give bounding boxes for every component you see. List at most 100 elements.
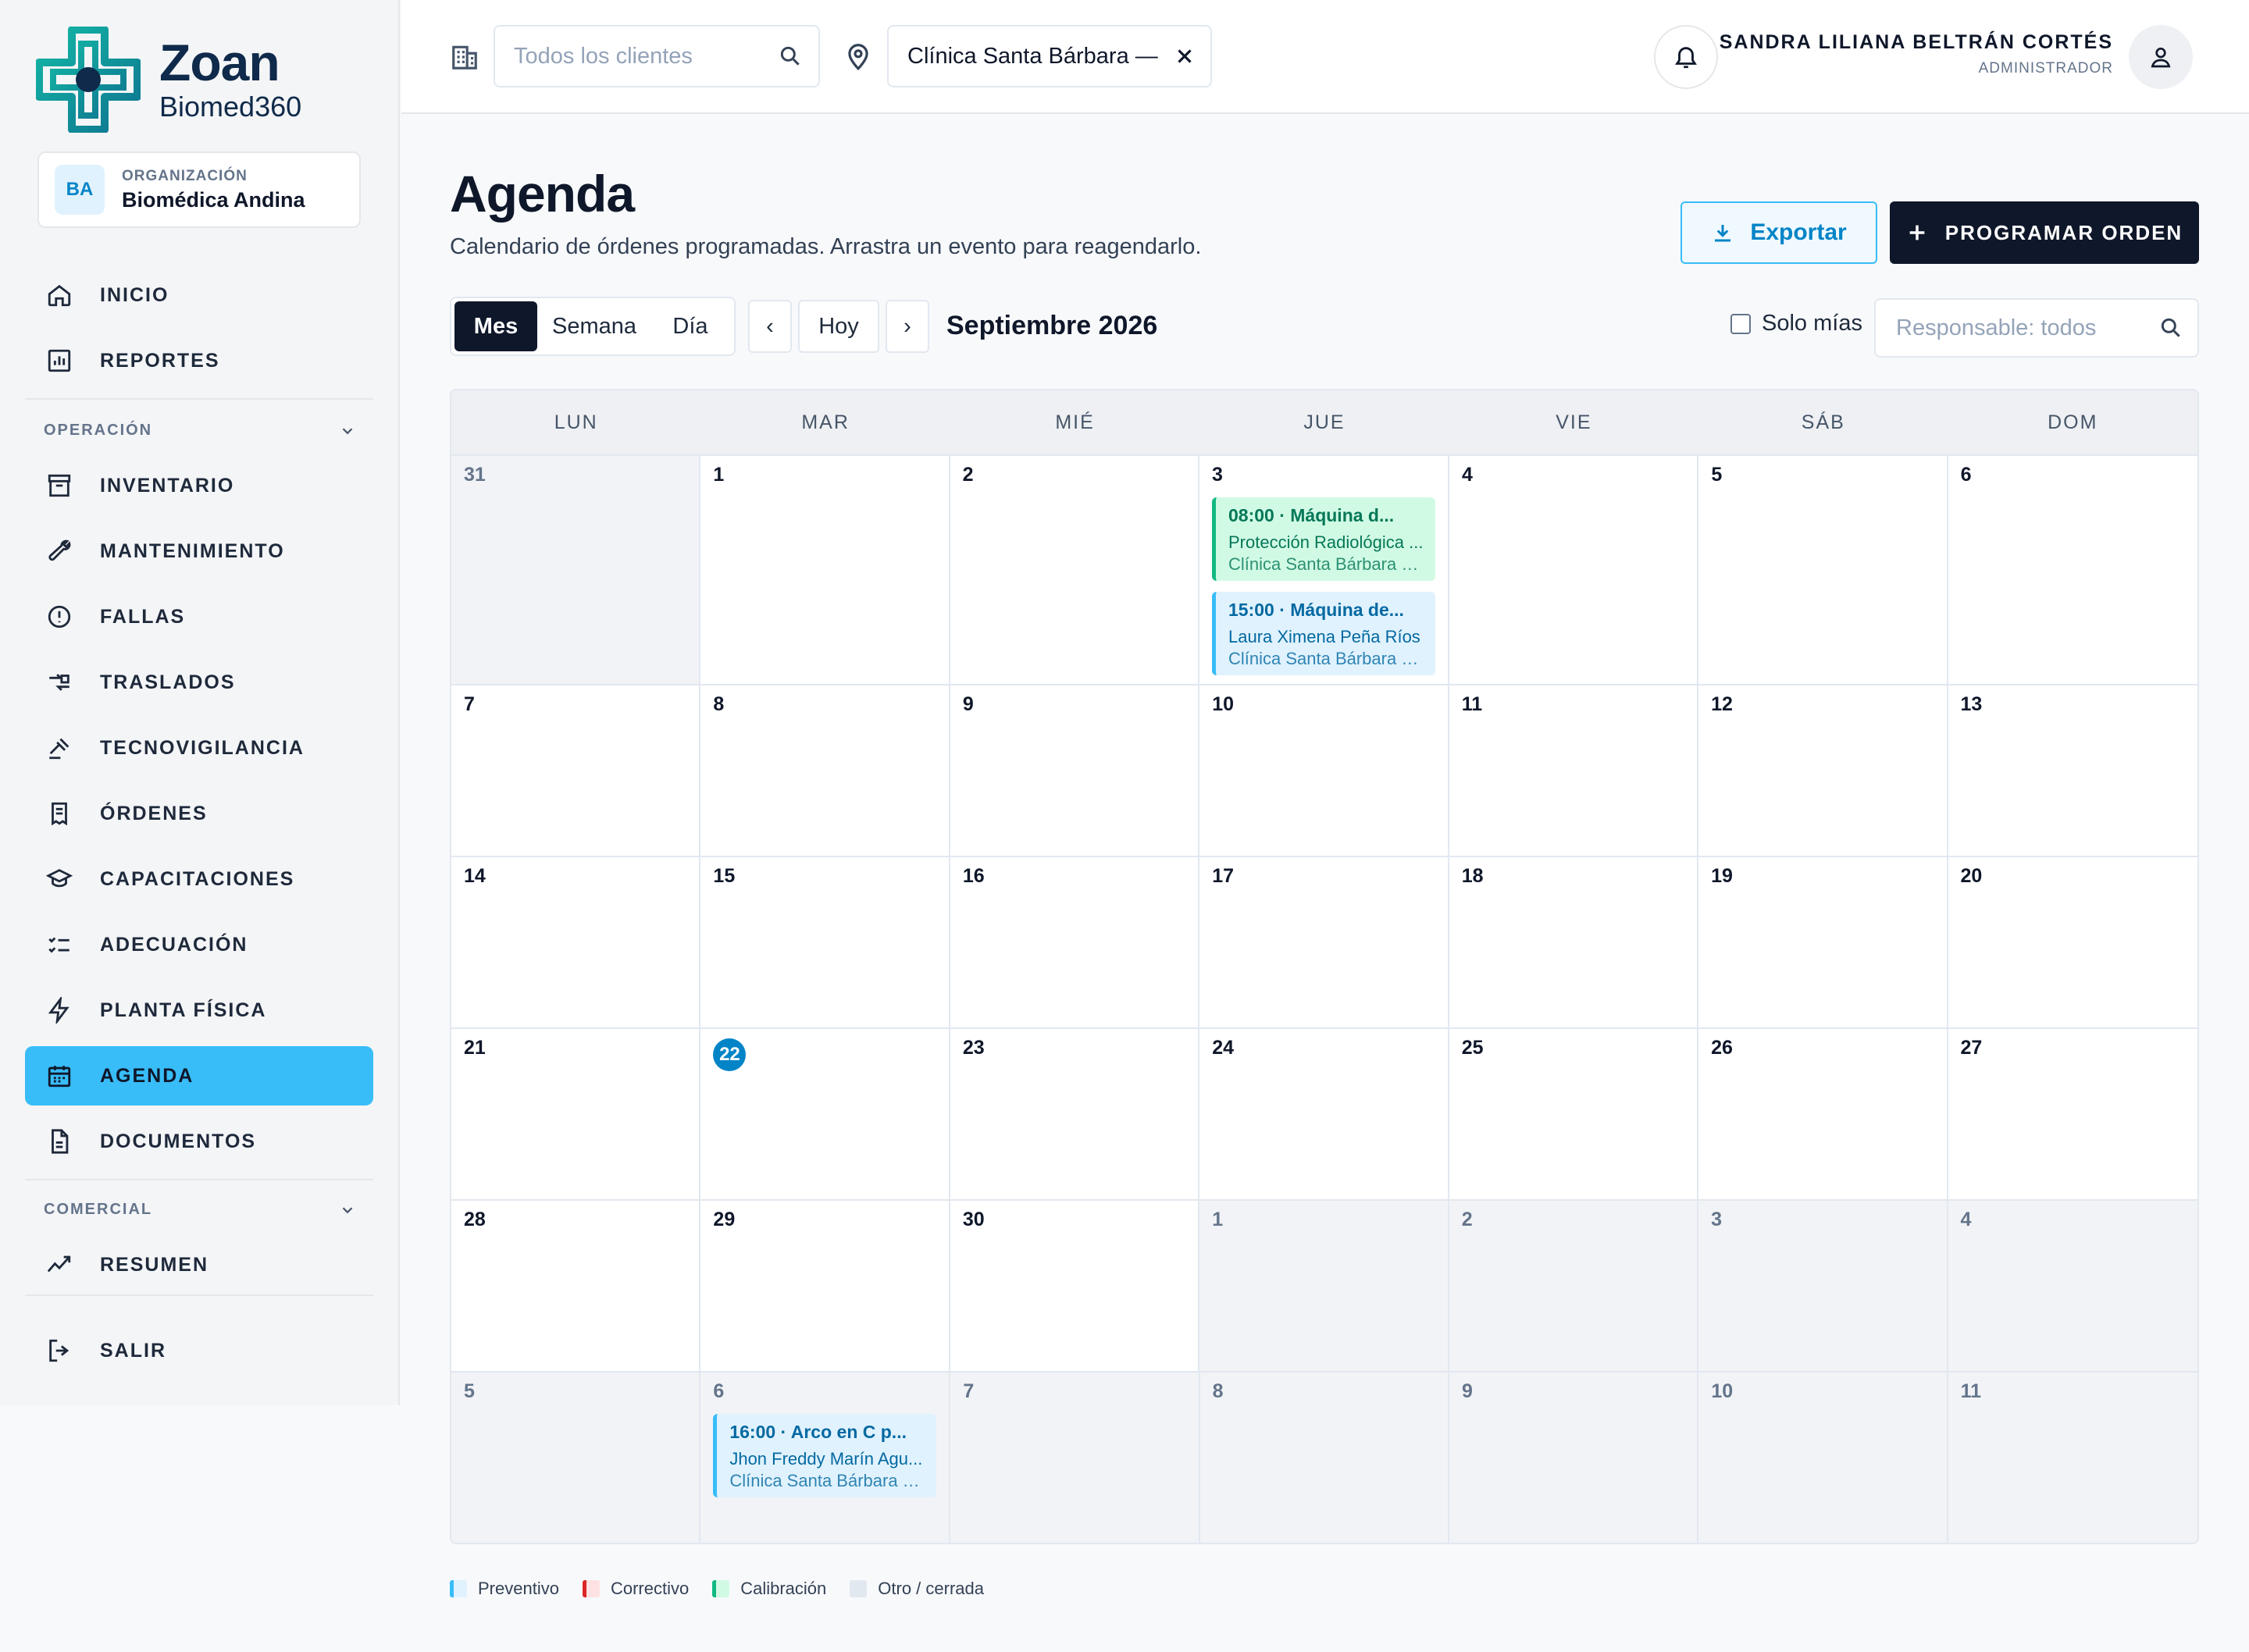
calendar-day-cell[interactable]: 27	[1948, 1029, 2197, 1199]
calendar-day-cell[interactable]: 18	[1449, 857, 1699, 1027]
calendar-day-cell[interactable]: 11	[1948, 1373, 2197, 1543]
legend-swatch	[850, 1580, 868, 1597]
calendar-day-cell[interactable]: 5	[1698, 456, 1948, 684]
alert-icon	[44, 601, 75, 632]
nav-section-operacion[interactable]: OPERACIÓN	[44, 422, 356, 440]
calendar-day-cell[interactable]: 5	[451, 1373, 701, 1543]
nav-item-tecnovigilancia[interactable]: TECNOVIGILANCIA	[25, 718, 373, 778]
user-info[interactable]: SANDRA LILIANA BELTRÁN CORTÉS ADMINISTRA…	[1720, 31, 2113, 77]
calendar-day-cell[interactable]: 6	[1948, 456, 2197, 684]
day-number: 29	[713, 1209, 736, 1230]
calendar-day-cell[interactable]: 24	[1199, 1029, 1449, 1199]
nav-item-mantenimiento[interactable]: MANTENIMIENTO	[25, 522, 373, 581]
weekday-header: LUN MAR MIÉ JUE VIE SÁB DOM	[451, 390, 2197, 456]
export-button[interactable]: Exportar	[1681, 201, 1877, 264]
calendar-day-cell[interactable]: 25	[1449, 1029, 1699, 1199]
weekday-label: JUE	[1303, 411, 1345, 433]
avatar[interactable]	[2129, 25, 2193, 89]
calendar-day-cell[interactable]: 31	[451, 456, 701, 684]
nav-item-inventario[interactable]: INVENTARIO	[25, 456, 373, 515]
calendar-day-cell[interactable]: 28	[451, 1201, 701, 1371]
calendar-day-cell[interactable]: 12	[1698, 685, 1948, 856]
solo-mias-toggle[interactable]: Solo mías	[1730, 311, 1862, 336]
nav-item-traslados[interactable]: TRASLADOS	[25, 653, 373, 712]
calendar-day-cell[interactable]: 1	[1199, 1201, 1449, 1371]
calendar-day-cell[interactable]: 2	[1449, 1201, 1699, 1371]
next-month-button[interactable]: ›	[886, 300, 929, 353]
calendar-day-cell[interactable]: 7	[451, 685, 701, 856]
nav-section-comercial[interactable]: COMERCIAL	[44, 1201, 356, 1219]
calendar-day-cell[interactable]: 9	[950, 685, 1200, 856]
nav-item-planta-fisica[interactable]: PLANTA FÍSICA	[25, 981, 373, 1040]
nav-item-agenda[interactable]: AGENDA	[25, 1046, 373, 1105]
nav-item-adecuacion[interactable]: ADECUACIÓN	[25, 915, 373, 974]
view-day[interactable]: Día	[651, 301, 729, 351]
calendar-day-cell[interactable]: 20	[1948, 857, 2197, 1027]
legend-item: Correctivo	[582, 1579, 689, 1599]
day-number: 11	[1960, 1380, 1982, 1402]
responsable-search[interactable]: Responsable: todos	[1874, 298, 2199, 358]
today-day-number: 22	[713, 1038, 747, 1071]
nav-item-ordenes[interactable]: ÓRDENES	[25, 784, 373, 843]
calendar-day-cell[interactable]: 30	[950, 1201, 1200, 1371]
clients-search[interactable]: Todos los clientes	[494, 25, 820, 87]
view-week[interactable]: Semana	[537, 301, 651, 351]
calendar-day-cell[interactable]: 11	[1449, 685, 1699, 856]
legend-swatch	[450, 1580, 467, 1597]
schedule-order-button[interactable]: PROGRAMAR ORDEN	[1890, 201, 2199, 264]
logout-icon	[44, 1335, 75, 1366]
calendar-day-cell[interactable]: 16	[950, 857, 1200, 1027]
calendar-day-cell[interactable]: 1	[700, 456, 950, 684]
calendar-day-cell[interactable]: 17	[1199, 857, 1449, 1027]
calendar-event[interactable]: 08:00 · Máquina d... Protección Radiológi…	[1211, 497, 1435, 581]
close-icon[interactable]	[1173, 45, 1196, 68]
calendar-day-cell[interactable]: 4	[1948, 1201, 2197, 1371]
prev-month-button[interactable]: ‹	[748, 300, 792, 353]
brand-logo[interactable]: Zoan Biomed360	[36, 27, 301, 133]
calendar-day-cell[interactable]: 23	[950, 1029, 1200, 1199]
calendar-event[interactable]: 15:00 · Máquina de... Laura Ximena Peña R…	[1211, 592, 1435, 675]
calendar-day-cell[interactable]: 2	[950, 456, 1199, 684]
calendar-day-cell[interactable]: 10	[1199, 685, 1449, 856]
brand-sub: Biomed360	[159, 91, 302, 123]
nav-item-inicio[interactable]: INICIO	[25, 265, 373, 325]
calendar-day-cell[interactable]: 19	[1698, 857, 1948, 1027]
calendar-day-cell[interactable]: 14	[451, 857, 701, 1027]
calendar-day-cell[interactable]: 15	[700, 857, 950, 1027]
org-selector[interactable]: BA ORGANIZACIÓN Biomédica Andina	[37, 151, 361, 228]
day-number: 10	[1212, 693, 1235, 715]
calendar-day-cell[interactable]: 8	[700, 685, 950, 856]
calendar-day-cell[interactable]: 9	[1449, 1373, 1699, 1543]
calendar-day-cell[interactable]: 8	[1199, 1373, 1449, 1543]
day-number: 3	[1711, 1209, 1723, 1230]
calendar-day-cell[interactable]: 13	[1948, 685, 2197, 856]
nav-item-resumen[interactable]: RESUMEN	[25, 1235, 373, 1294]
nav-item-fallas[interactable]: FALLAS	[25, 587, 373, 646]
org-badge: BA	[55, 165, 105, 215]
calendar-day-cell[interactable]: 4	[1449, 456, 1699, 684]
calendar-event[interactable]: 16:00 · Arco en C p... Jhon Freddy Marín …	[713, 1414, 937, 1497]
nav-item-salir[interactable]: SALIR	[25, 1321, 373, 1380]
calendar-day-cell[interactable]: 29	[700, 1201, 950, 1371]
nav-item-capacitaciones[interactable]: CAPACITACIONES	[25, 849, 373, 909]
calendar-day-cell[interactable]: 3	[1698, 1201, 1948, 1371]
day-number: 23	[962, 1037, 985, 1059]
solo-mias-checkbox[interactable]	[1730, 313, 1751, 334]
calendar-day-cell[interactable]: 10	[1698, 1373, 1948, 1543]
day-number: 1	[713, 464, 725, 486]
notifications-button[interactable]	[1654, 25, 1718, 89]
site-selector[interactable]: Clínica Santa Bárbara —	[887, 25, 1212, 87]
nav-item-reportes[interactable]: REPORTES	[25, 331, 373, 390]
calendar-grid: LUN MAR MIÉ JUE VIE SÁB DOM 31 1 2 3 08:00 · Máqui…	[450, 389, 2199, 1544]
calendar-day-cell[interactable]: 7	[950, 1373, 1200, 1543]
site-selector-value: Clínica Santa Bárbara —	[907, 43, 1158, 69]
calendar-day-cell[interactable]: 3 08:00 · Máquina d... Protección Radiológ…	[1199, 456, 1449, 684]
nav-item-documentos[interactable]: DOCUMENTOS	[25, 1112, 373, 1171]
view-month[interactable]: Mes	[454, 301, 537, 351]
calendar-day-cell[interactable]: 6 16:00 · Arco en C p... Jhon Freddy Marín…	[700, 1373, 951, 1543]
calendar-day-cell[interactable]: 22	[700, 1029, 950, 1199]
day-number: 8	[1212, 1380, 1224, 1402]
today-button[interactable]: Hoy	[798, 300, 879, 353]
calendar-day-cell[interactable]: 26	[1698, 1029, 1948, 1199]
calendar-day-cell[interactable]: 21	[451, 1029, 701, 1199]
